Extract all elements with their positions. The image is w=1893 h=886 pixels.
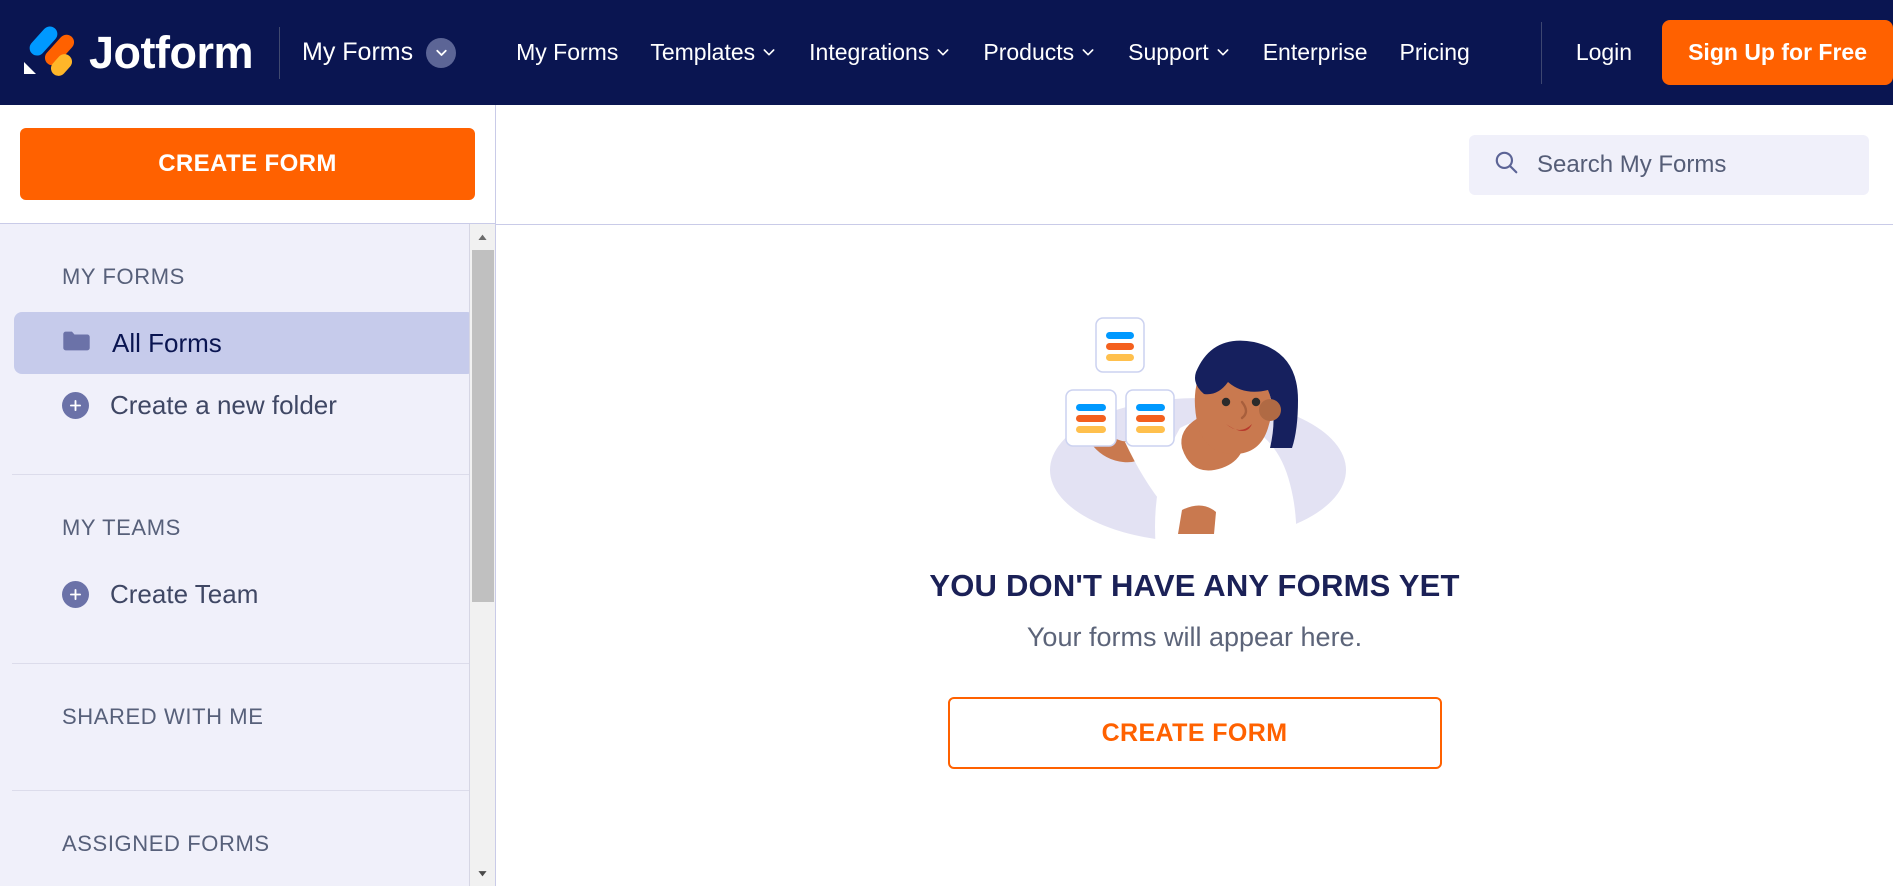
top-navigation-bar: Jotform My Forms My Forms Templates Inte… bbox=[0, 0, 1893, 105]
sidebar-item-label: Create a new folder bbox=[110, 389, 337, 420]
chevron-down-icon bbox=[426, 37, 457, 68]
sidebar-item-label: Create Team bbox=[110, 578, 259, 609]
nav-item-pricing[interactable]: Pricing bbox=[1400, 39, 1470, 66]
create-form-button[interactable]: CREATE FORM bbox=[20, 128, 475, 200]
login-link[interactable]: Login bbox=[1576, 39, 1632, 66]
sidebar-heading-my-forms: MY FORMS bbox=[62, 264, 185, 289]
nav-item-support[interactable]: Support bbox=[1128, 39, 1231, 66]
scrollbar-thumb[interactable] bbox=[471, 250, 494, 602]
sidebar-heading-shared-with-me[interactable]: SHARED WITH ME bbox=[0, 664, 495, 752]
search-input[interactable]: Search My Forms bbox=[1469, 134, 1869, 195]
nav-item-label: Support bbox=[1128, 39, 1209, 65]
main-nav-links: My Forms Templates Integrations Products… bbox=[516, 39, 1470, 66]
nav-item-label: Products bbox=[983, 39, 1075, 65]
empty-state: YOU DON'T HAVE ANY FORMS YET Your forms … bbox=[496, 225, 1893, 886]
sidebar-create-form-area: CREATE FORM bbox=[0, 105, 495, 224]
nav-right-group: Login Sign Up for Free bbox=[1540, 0, 1893, 105]
nav-item-label: Enterprise bbox=[1262, 39, 1368, 65]
nav-item-templates[interactable]: Templates bbox=[650, 39, 777, 66]
sidebar-item-create-team[interactable]: Create Team bbox=[14, 563, 475, 625]
empty-state-title: YOU DON'T HAVE ANY FORMS YET bbox=[929, 568, 1460, 603]
search-icon bbox=[1493, 149, 1519, 180]
main-content: Search My Forms YOU DON'T HAVE ANY FORMS… bbox=[496, 105, 1893, 886]
sidebar: CREATE FORM MY FORMS All Forms Create a … bbox=[0, 105, 496, 886]
nav-item-label: Templates bbox=[650, 39, 756, 65]
sidebar-heading-my-teams: MY TEAMS bbox=[62, 515, 181, 540]
brand-name: Jotform bbox=[89, 26, 254, 78]
sidebar-scroll-area: MY FORMS All Forms Create a new folder M… bbox=[0, 224, 495, 886]
sidebar-item-all-forms[interactable]: All Forms bbox=[14, 312, 475, 374]
empty-state-subtitle: Your forms will appear here. bbox=[1026, 622, 1363, 652]
nav-item-enterprise[interactable]: Enterprise bbox=[1263, 39, 1368, 66]
sidebar-item-create-new-folder[interactable]: Create a new folder bbox=[14, 374, 475, 436]
caret-down-icon[interactable] bbox=[470, 860, 496, 886]
plus-circle-icon bbox=[62, 580, 89, 608]
scrollbar-track[interactable] bbox=[470, 250, 496, 860]
chevron-down-icon bbox=[761, 39, 777, 66]
nav-item-label: Integrations bbox=[809, 39, 930, 65]
page-body: CREATE FORM MY FORMS All Forms Create a … bbox=[0, 105, 1893, 886]
workspace-switcher-label: My Forms bbox=[302, 38, 414, 66]
brand-divider bbox=[279, 26, 280, 79]
nav-item-label: My Forms bbox=[516, 39, 619, 65]
empty-state-create-form-button[interactable]: CREATE FORM bbox=[947, 697, 1442, 769]
sidebar-heading-assigned-forms[interactable]: ASSIGNED FORMS bbox=[0, 791, 495, 879]
plus-circle-icon bbox=[62, 391, 89, 419]
search-placeholder: Search My Forms bbox=[1537, 150, 1727, 178]
jotform-logo-icon bbox=[14, 22, 76, 84]
caret-up-icon[interactable] bbox=[470, 224, 496, 250]
sidebar-item-label: All Forms bbox=[112, 327, 222, 358]
woman-holding-form-cards-illustration bbox=[1030, 310, 1360, 550]
nav-item-label: Pricing bbox=[1399, 39, 1470, 65]
chevron-down-icon bbox=[935, 39, 951, 66]
signup-button[interactable]: Sign Up for Free bbox=[1662, 20, 1893, 85]
folder-icon bbox=[62, 329, 91, 358]
sidebar-scrollbar[interactable] bbox=[469, 224, 495, 886]
chevron-down-icon bbox=[1080, 39, 1096, 66]
sidebar-sections: MY FORMS All Forms Create a new folder M… bbox=[0, 224, 495, 879]
nav-item-products[interactable]: Products bbox=[983, 39, 1096, 66]
brand-home-link[interactable]: Jotform bbox=[0, 22, 254, 84]
nav-item-my-forms[interactable]: My Forms bbox=[516, 39, 618, 66]
workspace-switcher[interactable]: My Forms bbox=[302, 37, 457, 68]
nav-separator bbox=[1540, 21, 1542, 84]
nav-item-integrations[interactable]: Integrations bbox=[809, 39, 951, 66]
main-toolbar: Search My Forms bbox=[496, 105, 1893, 225]
chevron-down-icon bbox=[1215, 39, 1231, 66]
